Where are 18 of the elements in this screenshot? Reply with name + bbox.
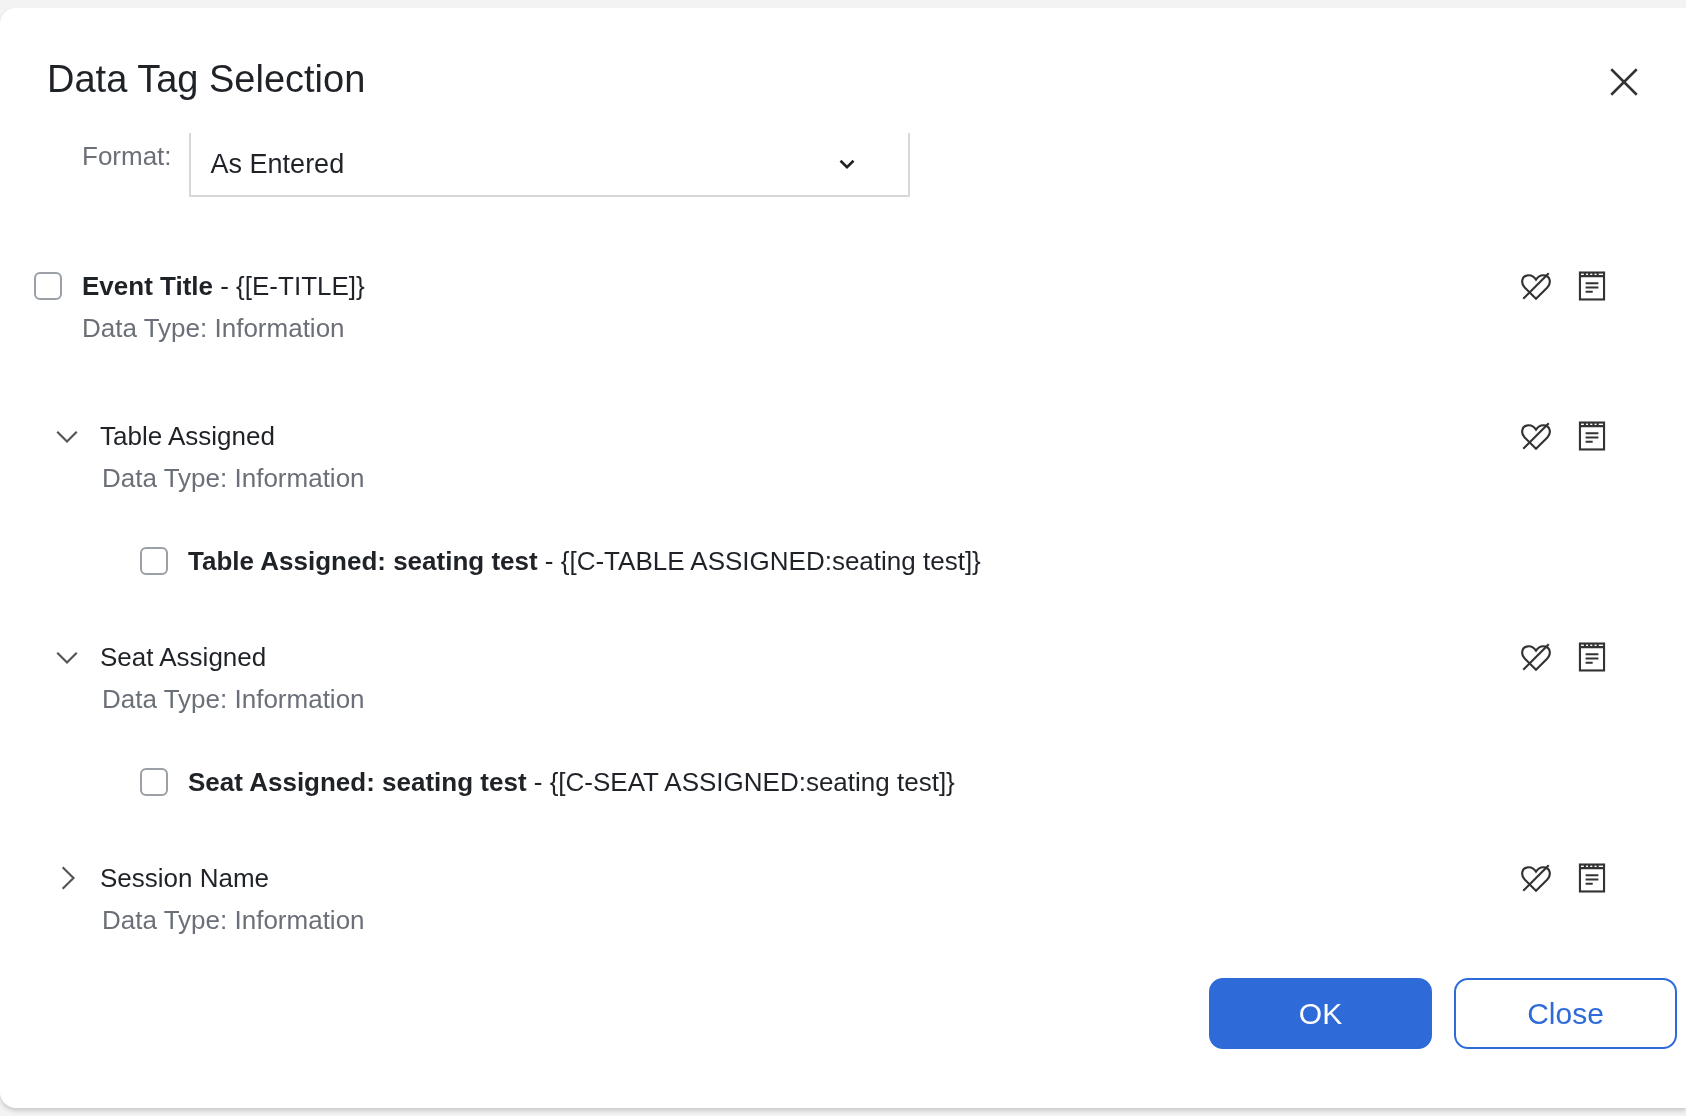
checkbox[interactable] [140, 547, 168, 575]
group-label: Session Name [100, 862, 270, 894]
checkbox[interactable] [34, 272, 62, 300]
data-type-label: Data Type: Information [101, 463, 366, 494]
checkbox[interactable] [140, 768, 168, 796]
tag-label: Table Assigned: seating test - {[C-TABLE ASSIGNED:seating test]} [188, 545, 981, 577]
data-type-label: Data Type: Information [101, 905, 366, 936]
data-type-label: Data Type: Information [101, 684, 366, 715]
format-label: Format: [82, 140, 172, 172]
format-dropdown[interactable]: As Entered [188, 133, 910, 197]
group-label: Table Assigned [100, 420, 275, 452]
data-type-label: Data Type: Information [81, 313, 346, 344]
tag-label: Seat Assigned: seating test - {[C-SEAT ASSIGNED:seating test]} [188, 766, 955, 798]
dialog-title: Data Tag Selection [47, 58, 366, 101]
ok-button[interactable]: OK [1209, 978, 1432, 1049]
tag-label: Event Title - {[E-TITLE]} [82, 270, 365, 302]
close-button[interactable]: Close [1454, 978, 1677, 1049]
group-label: Seat Assigned [100, 641, 267, 673]
